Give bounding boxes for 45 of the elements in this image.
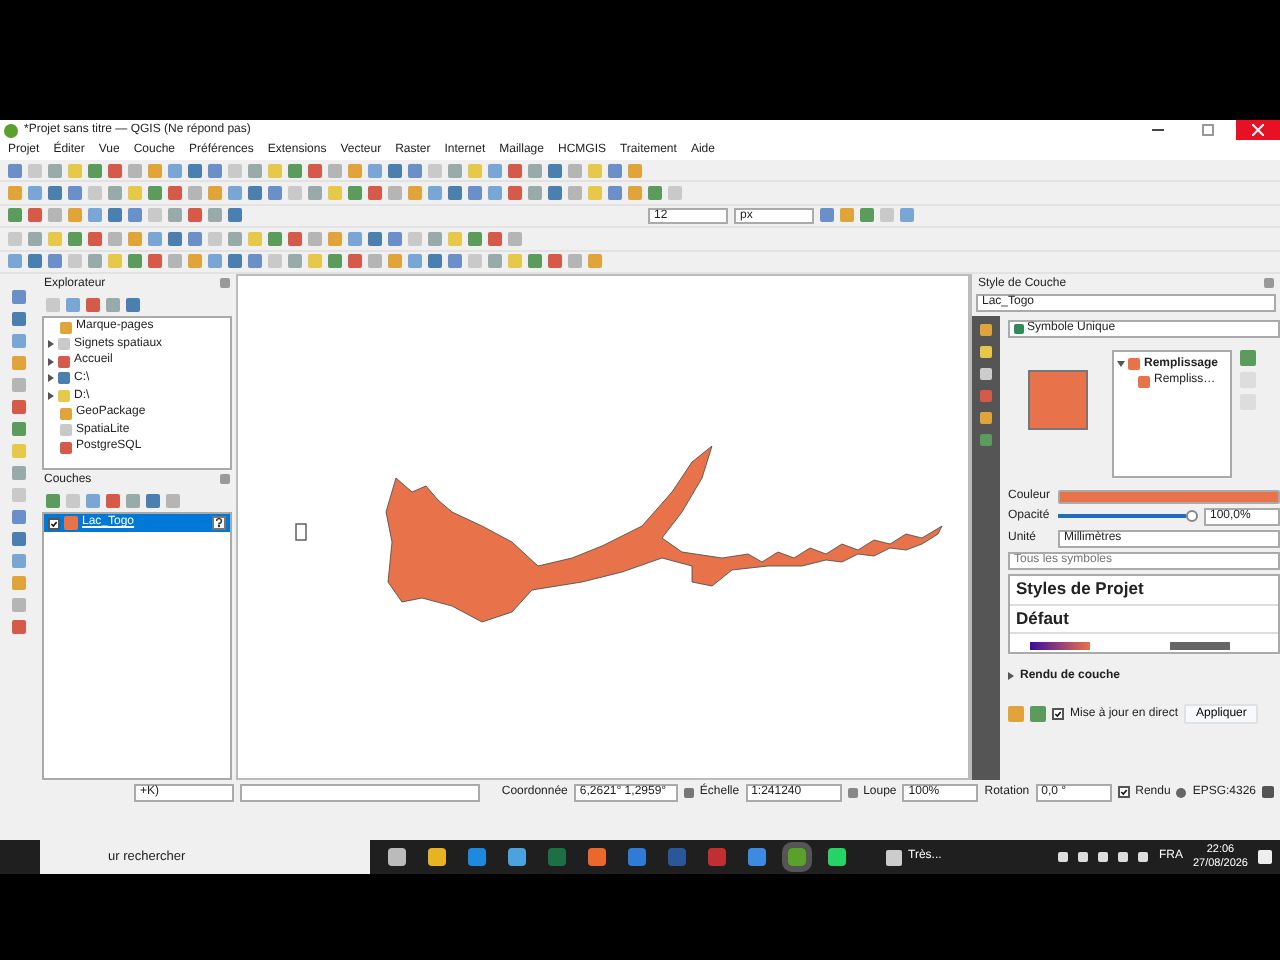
close-button[interactable]	[1236, 120, 1280, 140]
close-icon[interactable]	[220, 278, 230, 289]
lock-icon[interactable]	[847, 787, 858, 798]
gradient-swatch[interactable]	[1030, 642, 1090, 651]
notification-icon[interactable]	[1258, 850, 1272, 864]
symbol-preview	[1028, 369, 1088, 430]
taskbar-app-icon[interactable]	[428, 848, 446, 866]
taskbar-app-icon[interactable]	[668, 848, 686, 866]
taskbar-app-icon[interactable]	[748, 848, 766, 866]
marker-icon	[295, 523, 307, 541]
app-logo-icon	[4, 123, 18, 137]
checkbox[interactable]	[1117, 786, 1130, 799]
style-group-label[interactable]: Styles de Projet	[1010, 575, 1278, 606]
close-icon[interactable]	[1264, 278, 1274, 289]
taskbar-app-icon[interactable]	[788, 848, 806, 866]
checkbox[interactable]	[48, 517, 60, 530]
expand-arrow-icon[interactable]	[1008, 672, 1014, 681]
gradient-swatch[interactable]	[1170, 642, 1230, 651]
taskbar-app-icon[interactable]	[548, 848, 566, 866]
checkbox[interactable]	[1052, 708, 1064, 721]
undo-icon[interactable]	[1008, 706, 1024, 723]
maximize-icon[interactable]	[1202, 124, 1214, 136]
fill-swatch-icon	[1128, 358, 1140, 371]
close-icon[interactable]	[220, 474, 230, 485]
opacity-slider[interactable]	[1058, 510, 1198, 523]
globe-icon[interactable]	[1176, 787, 1187, 798]
fill-swatch-icon	[1138, 375, 1150, 388]
style-group-label[interactable]: Défaut	[1010, 605, 1278, 635]
symbol-icon[interactable]	[1014, 323, 1024, 334]
taskbar-app-icon[interactable]	[508, 848, 526, 866]
color-button[interactable]	[1058, 489, 1280, 504]
mouse-icon[interactable]	[683, 787, 694, 798]
help-icon[interactable]	[212, 515, 226, 532]
taskbar-app-icon[interactable]	[468, 848, 486, 866]
app-window-icon[interactable]	[886, 849, 902, 865]
add-icon[interactable]	[1240, 349, 1256, 366]
taskbar-app-icon[interactable]	[708, 848, 726, 866]
taskbar-app-icon[interactable]	[388, 848, 406, 866]
minimize-icon[interactable]	[1152, 128, 1164, 132]
taskbar-app-icon[interactable]	[588, 848, 606, 866]
messages-icon[interactable]	[1262, 786, 1274, 799]
close-icon[interactable]	[1252, 124, 1264, 136]
taskbar-app-icon[interactable]	[828, 848, 846, 866]
taskbar-app-icon[interactable]	[628, 848, 646, 866]
slider-thumb[interactable]	[1186, 510, 1198, 523]
